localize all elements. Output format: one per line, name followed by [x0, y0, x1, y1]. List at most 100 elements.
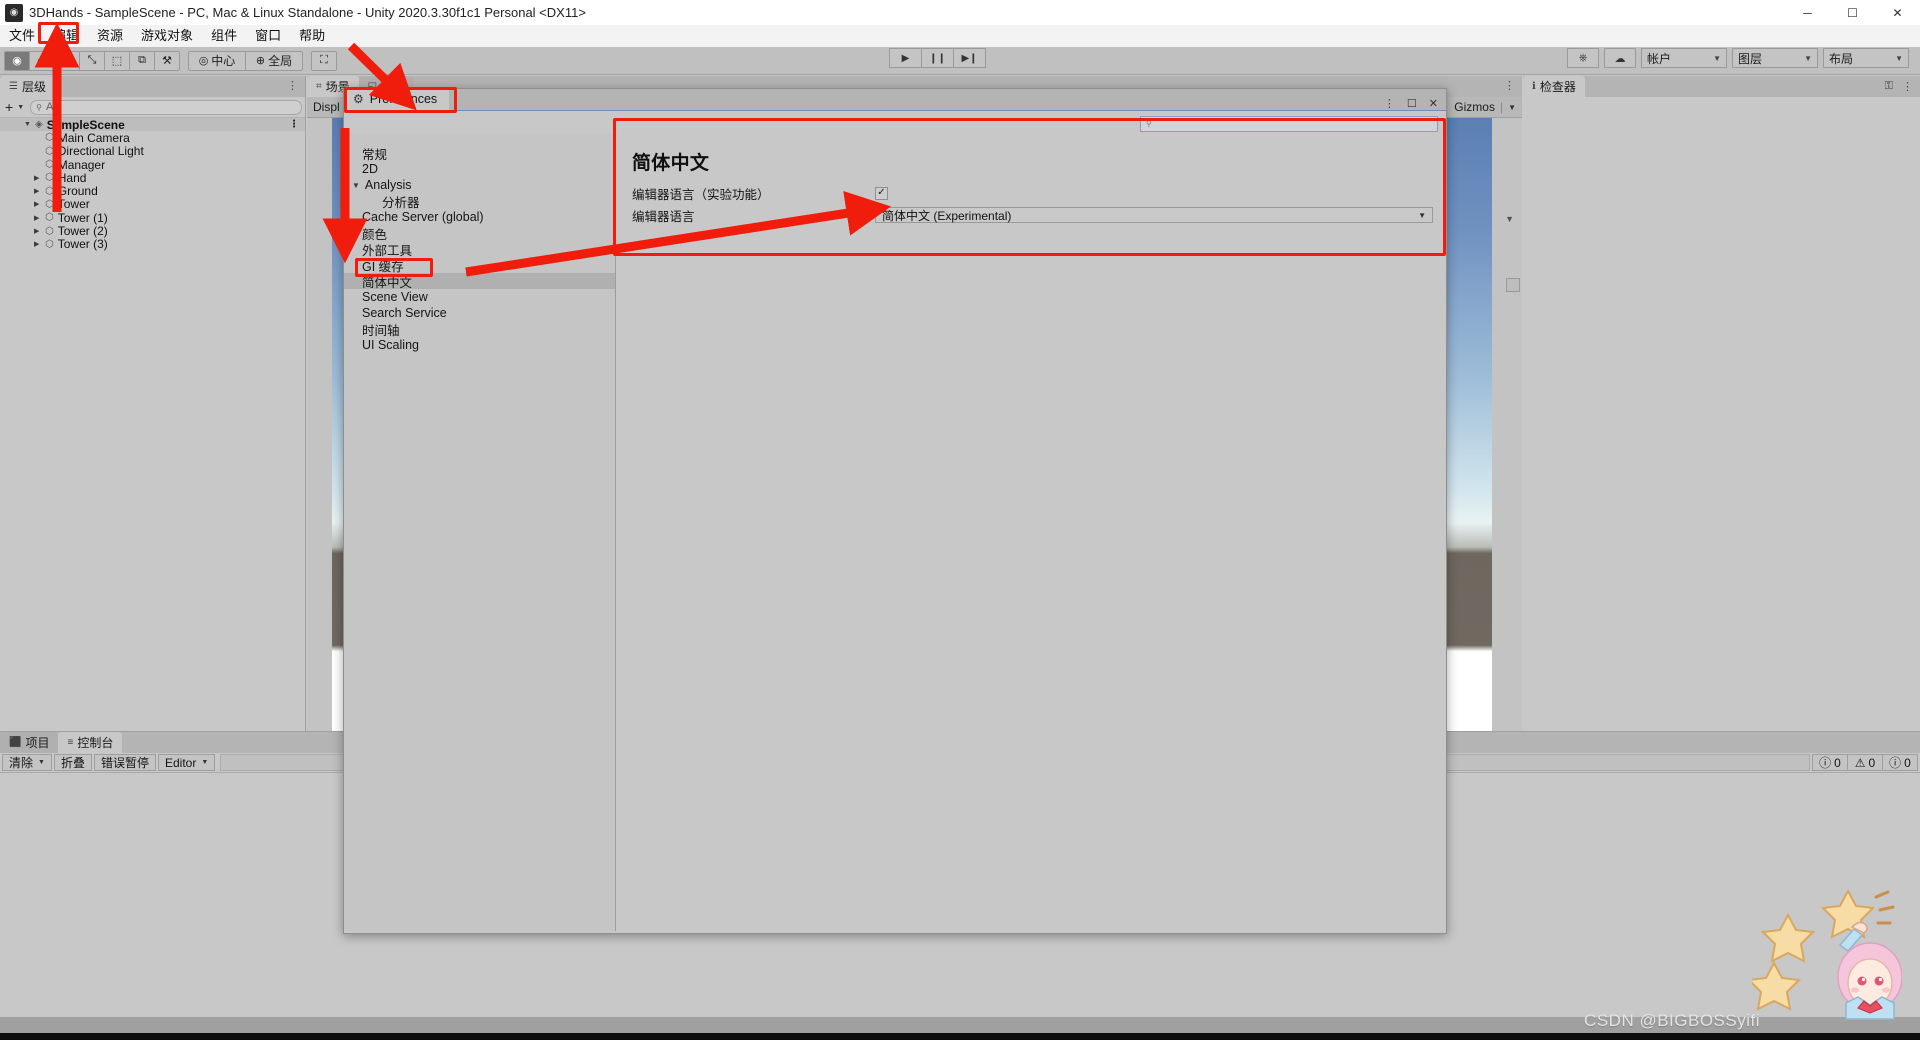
search-icon: ⚲ — [36, 102, 42, 112]
chevron-right-icon[interactable]: ▶ — [34, 187, 44, 195]
hierarchy-item-label: Tower (2) — [57, 224, 108, 239]
gameobject-icon: ⬡ — [45, 145, 54, 157]
hierarchy-tabbar: ☰ 层级 ⋮ — [0, 76, 305, 97]
menu-assets[interactable]: 资源 — [88, 25, 132, 47]
editor-language-dropdown[interactable]: 简体中文 (Experimental) ▼ — [875, 207, 1433, 223]
pref-timeline[interactable]: 时间轴 — [344, 321, 615, 338]
gizmos-label[interactable]: Gizmos — [1454, 100, 1495, 114]
preferences-search-input[interactable]: ⚲ — [1140, 115, 1438, 132]
close-button[interactable]: ✕ — [1875, 0, 1920, 25]
hierarchy-row-tower-3[interactable]: ▶ ⬡ Tower (3) — [0, 237, 305, 251]
display-label[interactable]: Displ — [313, 100, 340, 114]
chevron-right-icon[interactable]: ▶ — [34, 227, 44, 235]
editor-dropdown[interactable]: Editor ▼ — [157, 754, 216, 771]
rotate-tool-button[interactable]: ↺ — [54, 50, 80, 71]
grid-icon: ⌗ — [316, 81, 322, 92]
pref-profiler[interactable]: 分析器 — [344, 193, 615, 210]
kebab-icon[interactable]: ⋮ — [1384, 97, 1395, 110]
pref-general[interactable]: 常规 — [344, 145, 615, 162]
hierarchy-row-scene[interactable]: ▼ ◈ SampleScene ⋮ — [0, 118, 305, 132]
tab-preferences[interactable]: ⚙ Preferences — [344, 88, 450, 110]
hierarchy-row-hand[interactable]: ▶ ⬡ Hand — [0, 171, 305, 185]
hierarchy-row-directional-light[interactable]: ⬡ Directional Light — [0, 144, 305, 158]
chevron-down-icon: ▼ — [201, 759, 209, 766]
layers-dropdown[interactable]: 图层 ▼ — [1732, 48, 1818, 68]
search-icon: ⚲ — [1146, 119, 1152, 128]
hierarchy-item-label: Tower (1) — [57, 210, 108, 225]
toolbar-right-group: ⎈ ☁ 帐户 ▼ 图层 ▼ 布局 ▼ — [1567, 48, 1914, 68]
menu-gameobject[interactable]: 游戏对象 — [132, 25, 202, 47]
minimize-button[interactable]: ─ — [1785, 0, 1830, 25]
play-button[interactable]: ▶ — [889, 48, 922, 68]
menu-component[interactable]: 组件 — [202, 25, 246, 47]
custom-tool-button[interactable]: ⚒ — [154, 50, 180, 71]
hierarchy-row-tower[interactable]: ▶ ⬡ Tower — [0, 197, 305, 211]
menu-file[interactable]: 文件 — [0, 25, 44, 47]
chevron-down-icon[interactable]: ▼ — [1505, 214, 1514, 224]
scene-kebab-icon[interactable]: ⋮ — [289, 119, 305, 130]
editor-language-experimental-checkbox[interactable]: ✓ — [875, 186, 888, 200]
scrollbar-thumb[interactable] — [1506, 278, 1520, 292]
scale-tool-button[interactable]: ⤡ — [79, 50, 105, 71]
hierarchy-row-tower-2[interactable]: ▶ ⬡ Tower (2) — [0, 224, 305, 239]
tab-project[interactable]: ⬛ 项目 — [0, 732, 59, 753]
account-dropdown[interactable]: 帐户 ▼ — [1641, 48, 1727, 68]
menu-help[interactable]: 帮助 — [290, 25, 334, 47]
pref-simplified-chinese[interactable]: 简体中文 — [344, 273, 615, 290]
hierarchy-search-input[interactable]: ⚲ All — [30, 99, 302, 115]
chevron-down-icon[interactable]: ▼ — [1508, 103, 1516, 112]
layout-dropdown[interactable]: 布局 ▼ — [1823, 48, 1909, 68]
add-object-button[interactable]: + — [3, 99, 15, 115]
chevron-down-icon[interactable]: ▼ — [17, 104, 24, 111]
hierarchy-row-main-camera[interactable]: ⬡ Main Camera — [0, 131, 305, 145]
menu-edit[interactable]: 编辑 — [44, 25, 88, 47]
scene-icon: ◈ — [35, 119, 43, 131]
pause-button[interactable]: ❙❙ — [921, 48, 954, 68]
chevron-down-icon[interactable]: ▼ — [352, 181, 360, 190]
space-mode-button[interactable]: ⊕ 全局 — [245, 50, 303, 71]
pref-scene-view[interactable]: Scene View — [344, 289, 615, 305]
collapse-button[interactable]: 折叠 — [53, 754, 92, 771]
move-tool-button[interactable]: ✥ — [29, 50, 55, 71]
transform-tool-button[interactable]: ⧉ — [129, 50, 155, 71]
pref-2d[interactable]: 2D — [344, 161, 615, 177]
maximize-button[interactable]: ☐ — [1830, 0, 1875, 25]
pref-ui-scaling[interactable]: UI Scaling — [344, 337, 615, 353]
grid-snap-icon[interactable]: ⛶ — [311, 50, 337, 71]
error-icon: ⓘ — [1889, 756, 1902, 770]
chevron-right-icon[interactable]: ▶ — [34, 200, 44, 208]
rect-tool-button[interactable]: ⬚ — [104, 50, 130, 71]
error-pause-button[interactable]: 错误暂停 — [93, 754, 156, 771]
kebab-icon[interactable]: ⋮ — [1902, 80, 1913, 93]
hierarchy-row-tower-1[interactable]: ▶ ⬡ Tower (1) — [0, 210, 305, 225]
cloud-icon[interactable]: ☁ — [1604, 48, 1636, 68]
collab-icon[interactable]: ⎈ — [1567, 48, 1599, 68]
gameobject-icon: ⬡ — [45, 198, 54, 210]
chevron-right-icon[interactable]: ▶ — [34, 174, 44, 182]
hand-tool-button[interactable]: ◉ — [4, 50, 30, 71]
pivot-mode-button[interactable]: ◎ 中心 — [188, 50, 246, 71]
chevron-down-icon: ▼ — [1895, 53, 1903, 63]
chevron-down-icon[interactable]: ▼ — [24, 121, 34, 128]
chevron-right-icon[interactable]: ▶ — [34, 240, 44, 248]
clear-button[interactable]: 清除 ▼ — [2, 754, 52, 771]
error-count-button[interactable]: ⓘ 0 — [1882, 754, 1918, 771]
step-button[interactable]: ▶❙ — [953, 48, 986, 68]
close-icon[interactable]: ✕ — [1429, 97, 1438, 110]
tab-inspector[interactable]: ℹ 检查器 — [1523, 76, 1585, 97]
hierarchy-kebab-icon[interactable]: ⋮ — [280, 76, 305, 97]
log-count-button[interactable]: ⓘ 0 — [1812, 754, 1848, 771]
maximize-icon[interactable]: ☐ — [1407, 97, 1417, 110]
menu-window[interactable]: 窗口 — [246, 25, 290, 47]
scene-view-kebab-icon[interactable]: ⋮ — [1497, 76, 1522, 97]
chevron-right-icon[interactable]: ▶ — [34, 214, 44, 222]
tab-hierarchy[interactable]: ☰ 层级 — [0, 76, 55, 97]
unity-icon: ◉ — [5, 3, 23, 22]
hierarchy-row-manager[interactable]: ⬡ Manager — [0, 158, 305, 172]
lock-icon[interactable]: ⚿ — [1885, 80, 1893, 93]
warning-count-button[interactable]: ⚠ 0 — [1847, 754, 1883, 771]
tab-console[interactable]: ≡ 控制台 — [58, 732, 123, 753]
page-title: 简体中文 — [632, 153, 710, 174]
window-title: 3DHands - SampleScene - PC, Mac & Linux … — [29, 5, 586, 20]
hierarchy-row-ground[interactable]: ▶ ⬡ Ground — [0, 184, 305, 198]
